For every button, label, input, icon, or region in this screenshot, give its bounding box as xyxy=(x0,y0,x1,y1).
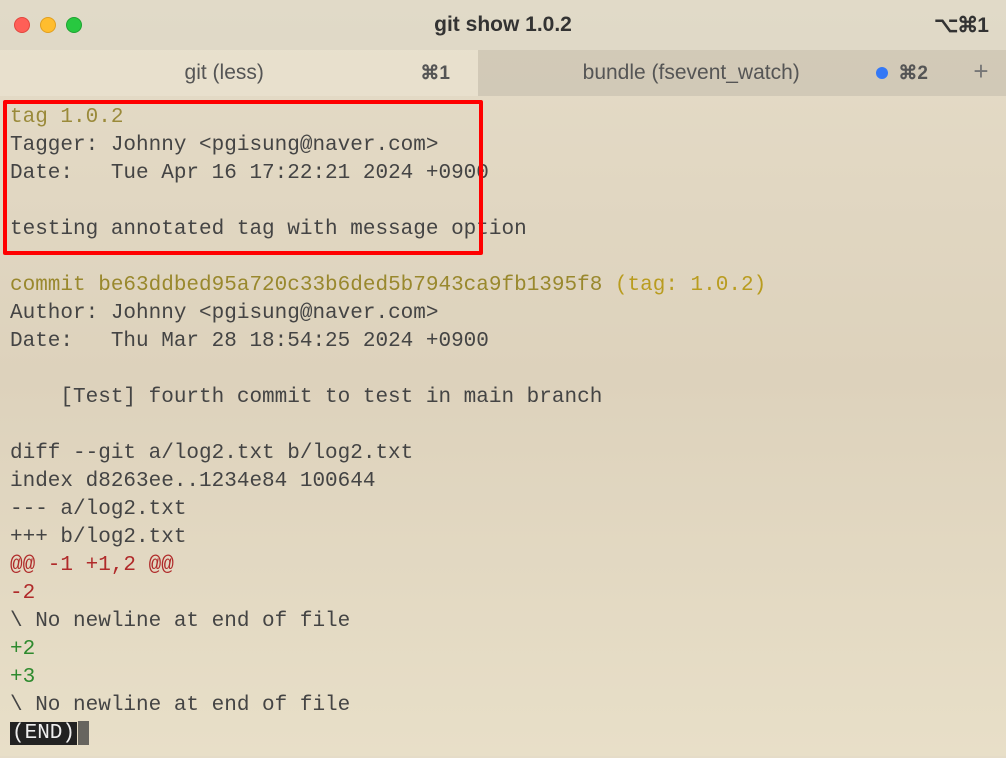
close-icon[interactable] xyxy=(14,17,30,33)
cursor-icon xyxy=(78,721,89,745)
activity-indicator-icon xyxy=(876,67,888,79)
diff-minus-file: --- a/log2.txt xyxy=(10,498,186,521)
tab-label: git (less) xyxy=(28,61,420,85)
tab-git[interactable]: git (less) ⌘1 xyxy=(0,50,478,96)
hunk-header: @@ -1 +1,2 @@ xyxy=(10,554,174,577)
tag-date-line: Date: Tue Apr 16 17:22:21 2024 +0900 xyxy=(10,162,489,185)
added-line: +3 xyxy=(10,666,35,689)
author-line: Author: Johnny <pgisung@naver.com> xyxy=(10,302,438,325)
tag-message-line: testing annotated tag with message optio… xyxy=(10,218,527,241)
diff-plus-file: +++ b/log2.txt xyxy=(10,526,186,549)
commit-message-line: [Test] fourth commit to test in main bra… xyxy=(10,386,602,409)
minimize-icon[interactable] xyxy=(40,17,56,33)
window-title: git show 1.0.2 xyxy=(434,13,572,37)
traffic-lights xyxy=(14,17,82,33)
tab-shortcut: ⌘2 xyxy=(876,62,928,85)
commit-date-line: Date: Thu Mar 28 18:54:25 2024 +0900 xyxy=(10,330,489,353)
terminal-output[interactable]: tag 1.0.2 Tagger: Johnny <pgisung@naver.… xyxy=(0,96,1006,758)
added-line: +2 xyxy=(10,638,35,661)
plus-icon: + xyxy=(973,56,988,87)
tab-bundle[interactable]: bundle (fsevent_watch) ⌘2 xyxy=(478,50,956,96)
diff-header-line: diff --git a/log2.txt b/log2.txt xyxy=(10,442,413,465)
terminal-text: tag 1.0.2 Tagger: Johnny <pgisung@naver.… xyxy=(10,104,996,748)
tag-line: tag 1.0.2 xyxy=(10,106,123,129)
fullscreen-icon[interactable] xyxy=(66,17,82,33)
removed-line: -2 xyxy=(10,582,35,605)
tagger-line: Tagger: Johnny <pgisung@naver.com> xyxy=(10,134,438,157)
titlebar: git show 1.0.2 ⌥⌘1 xyxy=(0,0,1006,50)
tab-label: bundle (fsevent_watch) xyxy=(506,61,876,85)
commit-line: commit be63ddbed95a720c33b6ded5b7943ca9f… xyxy=(10,274,766,297)
diff-index-line: index d8263ee..1234e84 100644 xyxy=(10,470,375,493)
tabbar: git (less) ⌘1 bundle (fsevent_watch) ⌘2 … xyxy=(0,50,1006,96)
window-shortcut-badge: ⌥⌘1 xyxy=(934,13,988,38)
no-newline-line: \ No newline at end of file xyxy=(10,610,350,633)
tab-shortcut: ⌘1 xyxy=(420,62,450,85)
pager-end-marker: (END) xyxy=(10,722,77,745)
no-newline-line: \ No newline at end of file xyxy=(10,694,350,717)
new-tab-button[interactable]: + xyxy=(956,50,1006,96)
